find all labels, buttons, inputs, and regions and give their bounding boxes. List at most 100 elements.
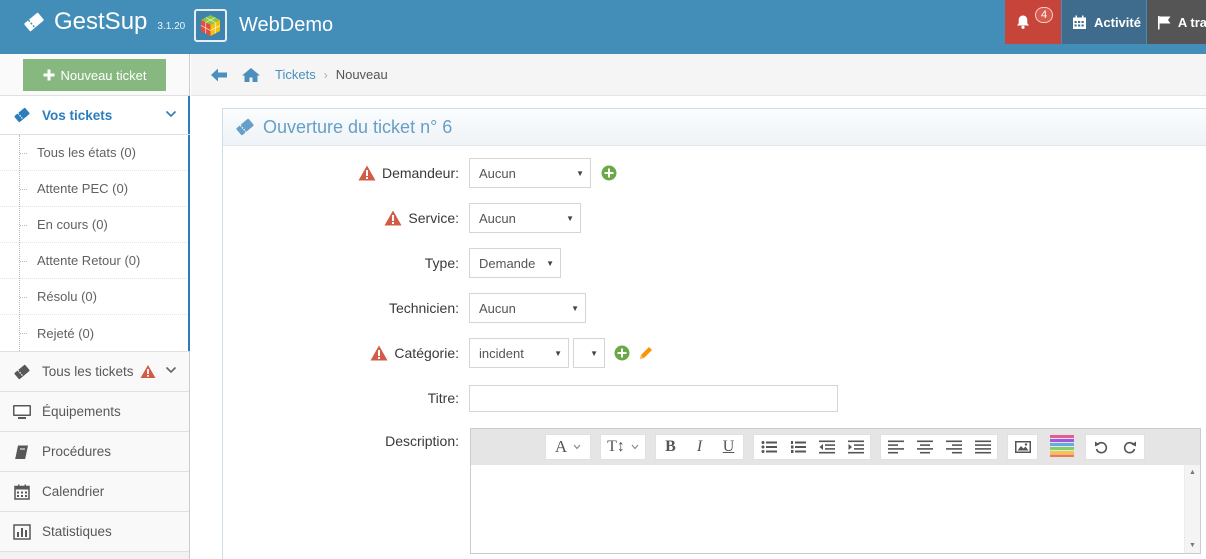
bullet-list-button[interactable]: [754, 435, 783, 459]
sidebar-item-procedures[interactable]: Procédures: [0, 432, 189, 472]
indent-button[interactable]: [841, 435, 870, 459]
add-demandeur-icon[interactable]: [601, 165, 617, 181]
text-color-button[interactable]: [1047, 434, 1076, 458]
sidebar-item-vos-tickets[interactable]: Vos tickets: [0, 96, 190, 135]
submenu-item-en-cours[interactable]: En cours (0): [0, 207, 189, 243]
italic-icon: I: [696, 438, 703, 455]
subcategorie-select[interactable]: ▼: [573, 338, 605, 368]
sidebar-item-equipements[interactable]: Équipements: [0, 392, 189, 432]
breadcrumb-tickets[interactable]: Tickets: [275, 67, 316, 82]
sidebar-item-calendrier[interactable]: Calendrier: [0, 472, 189, 512]
submenu-item-label: Attente PEC (0): [37, 181, 129, 196]
submenu-item-label: En cours (0): [37, 217, 108, 232]
demandeur-select[interactable]: Aucun ▼: [469, 158, 591, 188]
description-editor[interactable]: A T↕ B I U ▲ ▼: [470, 428, 1201, 554]
back-arrow-icon[interactable]: [209, 67, 229, 83]
editor-scrollbar[interactable]: ▲ ▼: [1184, 465, 1200, 553]
technicien-select[interactable]: Aucun ▼: [469, 293, 586, 323]
calendar-icon: [12, 484, 32, 500]
submenu-item-rejete[interactable]: Rejeté (0): [0, 315, 189, 351]
align-left-button[interactable]: [881, 435, 910, 459]
widget-header: Ouverture du ticket n° 6: [223, 109, 1206, 146]
atraiter-button[interactable]: A tra: [1147, 0, 1206, 44]
select-arrow-icon: ▼: [571, 304, 579, 313]
service-label-text: Service:: [408, 210, 459, 226]
categorie-label: Catégorie:: [370, 345, 459, 361]
type-select[interactable]: Demande ▼: [469, 248, 561, 278]
sidebar-item-tous-les-tickets[interactable]: Tous les tickets: [0, 352, 189, 392]
notification-count-badge: 4: [1035, 7, 1054, 23]
new-ticket-button[interactable]: Nouveau ticket: [23, 59, 166, 91]
redo-icon: [1123, 441, 1136, 454]
italic-button[interactable]: I: [685, 435, 714, 459]
edit-pencil-icon[interactable]: [638, 345, 654, 361]
sidebar-item-statistiques[interactable]: Statistiques: [0, 512, 189, 552]
demandeur-label: Demandeur:: [358, 165, 459, 181]
monitor-icon: [12, 404, 32, 420]
brand[interactable]: GestSup 3.1.20: [22, 8, 185, 36]
technicien-label: Technicien:: [388, 300, 459, 316]
warning-icon: [384, 210, 402, 226]
vos-tickets-submenu: Tous les états (0) Attente PEC (0) En co…: [0, 135, 190, 352]
insert-image-button[interactable]: [1008, 435, 1037, 459]
editor-toolbar: A T↕ B I U: [471, 429, 1200, 465]
chevron-down-icon: [165, 110, 177, 118]
submenu-item-label: Tous les états (0): [37, 145, 136, 160]
font-size-button[interactable]: T↕: [601, 435, 645, 459]
notifications-button[interactable]: 4: [1005, 0, 1061, 44]
categorie-select[interactable]: incident ▼: [469, 338, 569, 368]
undo-icon: [1094, 441, 1107, 454]
size-group: T↕: [600, 434, 646, 460]
align-center-button[interactable]: [910, 435, 939, 459]
list-group: [753, 434, 871, 460]
cube-logo-icon: [200, 15, 221, 36]
image-icon: [1014, 441, 1031, 453]
ticket-icon: [24, 12, 44, 32]
add-category-icon[interactable]: [614, 345, 630, 361]
warning-icon: [358, 165, 376, 181]
activity-button[interactable]: Activité: [1062, 0, 1146, 44]
submenu-item-attente-retour[interactable]: Attente Retour (0): [0, 243, 189, 279]
brand-version: 3.1.20: [157, 21, 186, 32]
warning-icon: [370, 345, 388, 361]
bold-icon: B: [665, 438, 676, 455]
number-list-button[interactable]: [783, 435, 812, 459]
sidebar: Nouveau ticket Vos tickets Tous les état…: [0, 54, 190, 559]
breadcrumb-separator-icon: ›: [323, 67, 328, 82]
submenu-item-attente-pec[interactable]: Attente PEC (0): [0, 171, 189, 207]
ticket-icon: [236, 118, 254, 136]
undo-button[interactable]: [1086, 435, 1115, 459]
select-arrow-icon: ▼: [576, 169, 584, 178]
underline-button[interactable]: U: [714, 435, 743, 459]
type-row: Type: Demande ▼: [223, 248, 1206, 278]
warning-icon: [140, 365, 156, 378]
select-arrow-icon: ▼: [590, 349, 598, 358]
sidebar-item-label: Équipements: [42, 404, 121, 419]
flag-icon: [1157, 15, 1171, 29]
titre-label: Titre:: [427, 390, 459, 406]
chevron-down-icon: [165, 366, 177, 374]
justify-button[interactable]: [968, 435, 997, 459]
chevron-down-icon: [573, 444, 581, 450]
service-row: Service: Aucun ▼: [223, 203, 1206, 233]
bell-icon: [1017, 15, 1029, 29]
atraiter-label: A tra: [1177, 14, 1206, 30]
sidebar-item-label: Procédures: [42, 444, 112, 459]
submenu-item-resolu[interactable]: Résolu (0): [0, 279, 189, 315]
editor-content-area[interactable]: ▲ ▼: [471, 465, 1200, 553]
redo-button[interactable]: [1115, 435, 1144, 459]
breadcrumb: Tickets › Nouveau: [191, 54, 1206, 96]
scroll-down-icon[interactable]: ▼: [1189, 542, 1196, 549]
site-name: WebDemo: [239, 14, 334, 36]
titre-input[interactable]: [469, 384, 838, 412]
home-icon[interactable]: [241, 67, 261, 83]
align-right-button[interactable]: [939, 435, 968, 459]
font-family-button[interactable]: A: [546, 435, 590, 459]
sidebar-shortcuts: Nouveau ticket: [0, 54, 189, 96]
submenu-item-tous-etats[interactable]: Tous les états (0): [0, 135, 189, 171]
service-select[interactable]: Aucun ▼: [469, 203, 581, 233]
outdent-button[interactable]: [812, 435, 841, 459]
history-group: [1085, 434, 1145, 460]
scroll-up-icon[interactable]: ▲: [1189, 469, 1196, 476]
bold-button[interactable]: B: [656, 435, 685, 459]
